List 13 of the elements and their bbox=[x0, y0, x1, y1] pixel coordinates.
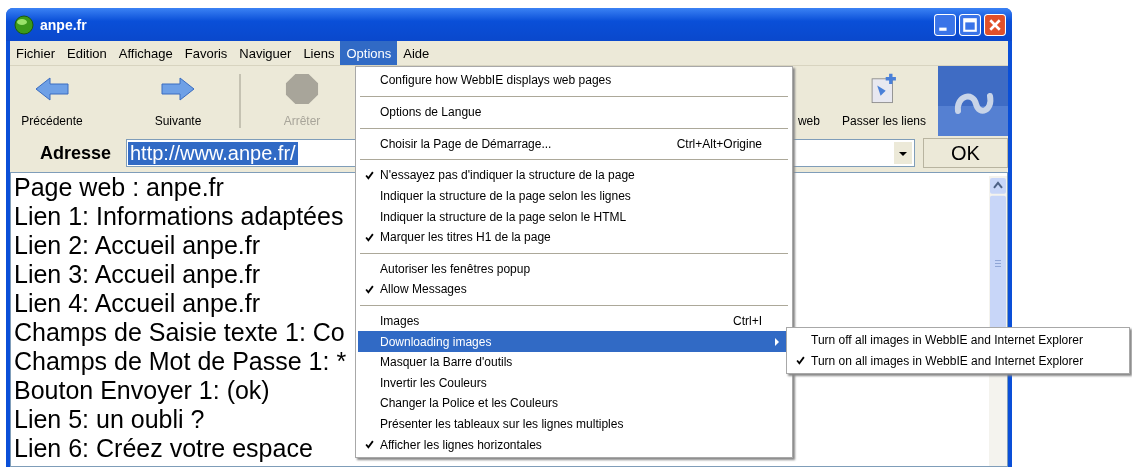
window-title: anpe.fr bbox=[40, 16, 87, 33]
address-label: Adresse bbox=[40, 142, 113, 164]
page-line: Champs de Saisie texte 1: Co bbox=[14, 318, 345, 347]
page-line: Lien 3: Accueil anpe.fr bbox=[14, 260, 260, 289]
page-line: Lien 4: Accueil anpe.fr bbox=[14, 289, 260, 318]
page-line: Champs de Mot de Passe 1: * bbox=[14, 347, 347, 376]
page-line: Page web : anpe.fr bbox=[14, 173, 224, 202]
page-line: Lien 2: Accueil anpe.fr bbox=[14, 231, 260, 260]
page-line: Lien 5: un oubli ? bbox=[14, 405, 205, 434]
page-line: Lien 6: Créez votre espace bbox=[14, 434, 313, 463]
toolbar-label: web bbox=[797, 114, 820, 130]
page-line: Bouton Envoyer 1: (ok) bbox=[14, 376, 270, 405]
page-line: Lien 1: Informations adaptées bbox=[14, 202, 344, 231]
